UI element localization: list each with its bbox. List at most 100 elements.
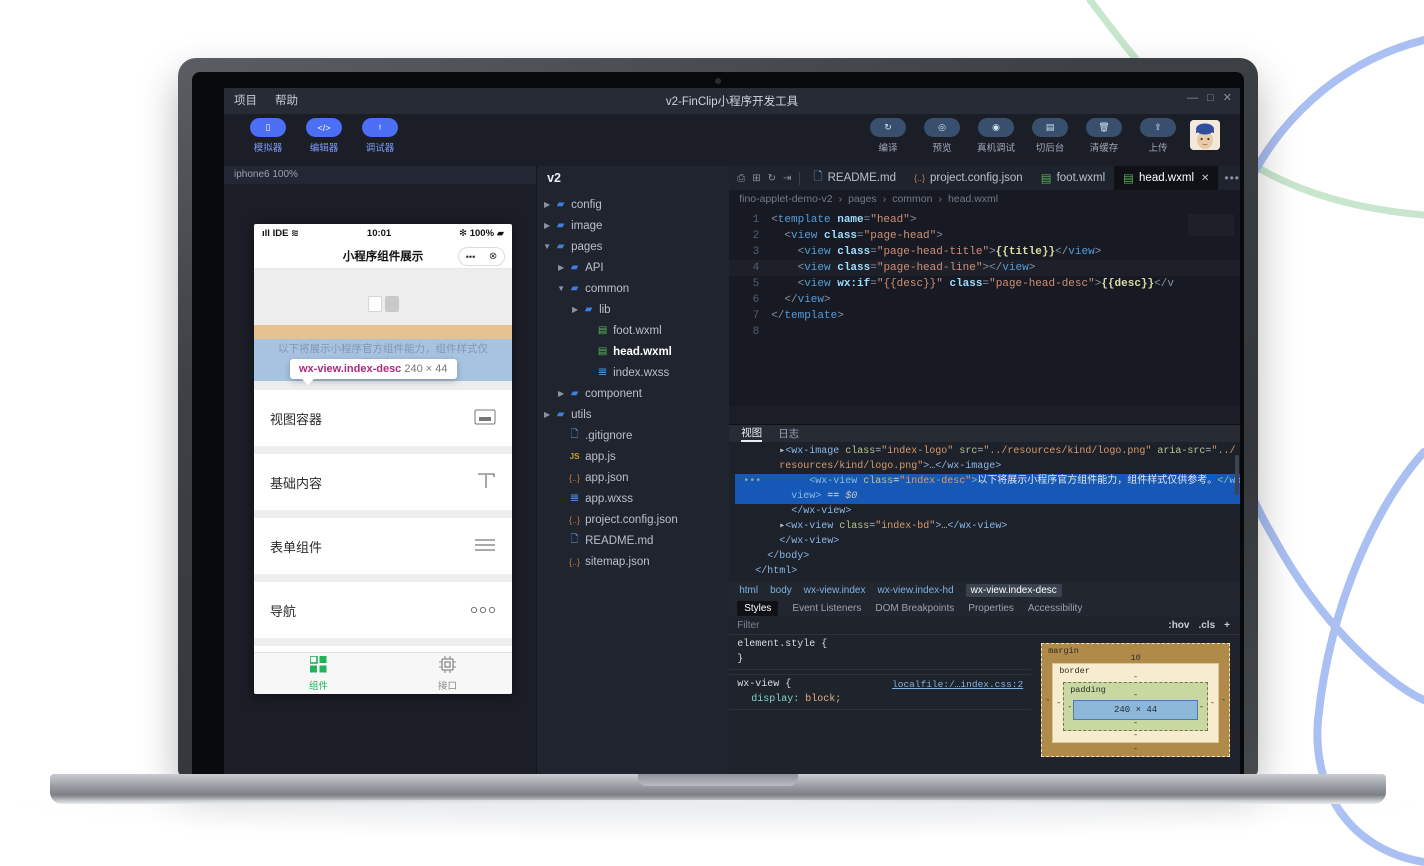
- breadcrumb-item[interactable]: head.wxml: [948, 193, 998, 205]
- wechat-capsule[interactable]: ••• ⊗: [458, 247, 505, 266]
- toolbar-button-debugger[interactable]: ⟊ 调试器: [358, 118, 402, 154]
- dom-node-line[interactable]: ••• <wx-view class="index-desc">以下将展示小程序…: [735, 474, 1240, 489]
- collapse-all-icon[interactable]: ⇥: [783, 173, 791, 184]
- chevron-right-icon[interactable]: ▶: [569, 305, 581, 314]
- editor-tab-head-wxml[interactable]: ▤head.wxml✕: [1114, 166, 1218, 190]
- code-editor[interactable]: 1<template name="head">2 <view class="pa…: [729, 208, 1240, 406]
- breadcrumb-item[interactable]: common: [892, 193, 932, 205]
- tree-item-readme-md[interactable]: 🗋README.md: [537, 530, 729, 551]
- toolbar-button-simulator[interactable]: ▯ 模拟器: [246, 118, 290, 154]
- margin-right-value[interactable]: -: [1221, 695, 1226, 705]
- css-rule[interactable]: element.style {}: [729, 635, 1031, 670]
- new-folder-icon[interactable]: ⊞: [752, 173, 760, 184]
- tree-item-app-js[interactable]: JSapp.js: [537, 446, 729, 467]
- close-circle-icon[interactable]: ⊗: [489, 251, 497, 262]
- styles-tab-styles[interactable]: Styles: [737, 601, 778, 616]
- tree-item-common[interactable]: ▼▰common: [537, 278, 729, 299]
- toolbar-button-editor[interactable]: </> 编辑器: [302, 118, 346, 154]
- tab-view[interactable]: 视图: [741, 425, 762, 442]
- cls-toggle[interactable]: .cls: [1198, 620, 1215, 631]
- tree-item-app-wxss[interactable]: 𝌆app.wxss: [537, 488, 729, 509]
- scrollbar[interactable]: [1235, 455, 1239, 495]
- padding-right-value[interactable]: -: [1199, 702, 1204, 712]
- chevron-right-icon[interactable]: ▶: [541, 221, 553, 230]
- tree-item-project-config-json[interactable]: {..}project.config.json: [537, 509, 729, 530]
- chevron-right-icon[interactable]: ▶: [555, 389, 567, 398]
- node-menu-icon[interactable]: •••: [743, 476, 761, 487]
- list-item[interactable]: 基础内容: [254, 454, 512, 510]
- toolbar-button-preview[interactable]: ◎ 预览: [920, 118, 964, 154]
- tabs-overflow-icon[interactable]: •••: [1224, 171, 1240, 185]
- tab-components[interactable]: 组件: [254, 653, 383, 694]
- tree-item-sitemap-json[interactable]: {..}sitemap.json: [537, 551, 729, 572]
- avatar[interactable]: [1190, 120, 1220, 150]
- list-item[interactable]: 视图容器: [254, 390, 512, 446]
- breadcrumb-item[interactable]: pages: [848, 193, 877, 205]
- toolbar-button-clear-cache[interactable]: 🗑 清缓存: [1082, 118, 1126, 154]
- tree-item-pages[interactable]: ▼▰pages: [537, 236, 729, 257]
- menu-item-help[interactable]: 帮助: [275, 92, 298, 108]
- tree-item-component[interactable]: ▶▰component: [537, 383, 729, 404]
- filter-input[interactable]: Filter: [729, 620, 1168, 631]
- tree-item-image[interactable]: ▶▰image: [537, 215, 729, 236]
- chevron-down-icon[interactable]: ▼: [555, 284, 567, 293]
- padding-bottom-value[interactable]: -: [1133, 718, 1138, 728]
- chevron-right-icon[interactable]: ▶: [541, 410, 553, 419]
- css-rule[interactable]: localfile:/…index.css:2wx-view {display:…: [729, 675, 1031, 710]
- editor-tab-project-config-json[interactable]: {..}project.config.json: [905, 166, 1032, 190]
- toolbar-button-device-debug[interactable]: ◉ 真机调试: [974, 118, 1018, 154]
- dom-breadcrumb-item[interactable]: body: [770, 585, 792, 596]
- dom-node-line[interactable]: </wx-view>: [735, 504, 1240, 519]
- dom-node-line[interactable]: </wx-view>: [735, 534, 1240, 549]
- styles-list[interactable]: element.style {}</span><div class="s-sel…: [729, 635, 1031, 768]
- tab-api[interactable]: 接口: [383, 653, 512, 694]
- dom-node-line[interactable]: </body>: [735, 549, 1240, 564]
- editor-tab-foot-wxml[interactable]: ▤foot.wxml: [1032, 166, 1114, 190]
- add-rule-icon[interactable]: +: [1224, 620, 1230, 631]
- tree-item-utils[interactable]: ▶▰utils: [537, 404, 729, 425]
- tree-item-lib[interactable]: ▶▰lib: [537, 299, 729, 320]
- dom-tree[interactable]: ▸<wx-image class="index-logo" src="../re…: [729, 442, 1240, 582]
- tree-item-index-wxss[interactable]: 𝌆index.wxss: [537, 362, 729, 383]
- toolbar-button-upload[interactable]: ⇪ 上传: [1136, 118, 1180, 154]
- editor-tab-readme-md[interactable]: 🗋README.md: [804, 166, 905, 190]
- dom-breadcrumb-item[interactable]: wx-view.index-desc: [966, 584, 1062, 597]
- dom-node-line[interactable]: </html>: [735, 564, 1240, 579]
- margin-left-value[interactable]: -: [1045, 695, 1050, 705]
- device-selector[interactable]: iphone6 100%: [224, 166, 536, 184]
- box-model-content-size[interactable]: 240 × 44: [1073, 700, 1198, 720]
- tree-item-app-json[interactable]: {..}app.json: [537, 467, 729, 488]
- minimap[interactable]: [1188, 214, 1234, 236]
- styles-tab-dom-breakpoints[interactable]: DOM Breakpoints: [875, 603, 954, 614]
- dom-node-line[interactable]: ▸<wx-view class="index-bd">…</wx-view>: [735, 519, 1240, 534]
- styles-tab-accessibility[interactable]: Accessibility: [1028, 603, 1082, 614]
- chevron-right-icon[interactable]: ▶: [541, 200, 553, 209]
- dom-breadcrumb-item[interactable]: wx-view.index: [804, 585, 866, 596]
- border-right-value[interactable]: -: [1210, 698, 1215, 708]
- close-icon[interactable]: ✕: [1223, 92, 1232, 104]
- css-declaration[interactable]: display: block;: [737, 692, 1023, 707]
- list-item[interactable]: 表单组件: [254, 518, 512, 574]
- more-dots-icon[interactable]: •••: [466, 252, 475, 262]
- maximize-icon[interactable]: □: [1207, 92, 1214, 104]
- padding-left-value[interactable]: -: [1067, 702, 1072, 712]
- tree-item-config[interactable]: ▶▰config: [537, 194, 729, 215]
- dom-node-line[interactable]: ▸<wx-image class="index-logo" src="../re…: [735, 444, 1240, 459]
- dom-node-line[interactable]: view> == $0: [735, 489, 1240, 504]
- refresh-icon[interactable]: ↻: [768, 173, 776, 184]
- list-item[interactable]: 导航: [254, 582, 512, 638]
- tree-item--gitignore[interactable]: 🗋.gitignore: [537, 425, 729, 446]
- toolbar-button-compile[interactable]: ↻ 编译: [866, 118, 910, 154]
- styles-tab-properties[interactable]: Properties: [968, 603, 1014, 614]
- dom-breadcrumb-item[interactable]: html: [739, 585, 758, 596]
- tree-item-foot-wxml[interactable]: ▤foot.wxml: [537, 320, 729, 341]
- tab-logs[interactable]: 日志: [778, 426, 799, 441]
- toolbar-button-background[interactable]: ▤ 切后台: [1028, 118, 1072, 154]
- border-left-value[interactable]: -: [1056, 698, 1061, 708]
- chevron-down-icon[interactable]: ▼: [541, 242, 553, 251]
- new-file-icon[interactable]: ⎙: [737, 173, 745, 184]
- close-tab-icon[interactable]: ✕: [1201, 173, 1209, 184]
- tree-item-head-wxml[interactable]: ▤head.wxml: [537, 341, 729, 362]
- chevron-right-icon[interactable]: ▶: [555, 263, 567, 272]
- tree-item-api[interactable]: ▶▰API: [537, 257, 729, 278]
